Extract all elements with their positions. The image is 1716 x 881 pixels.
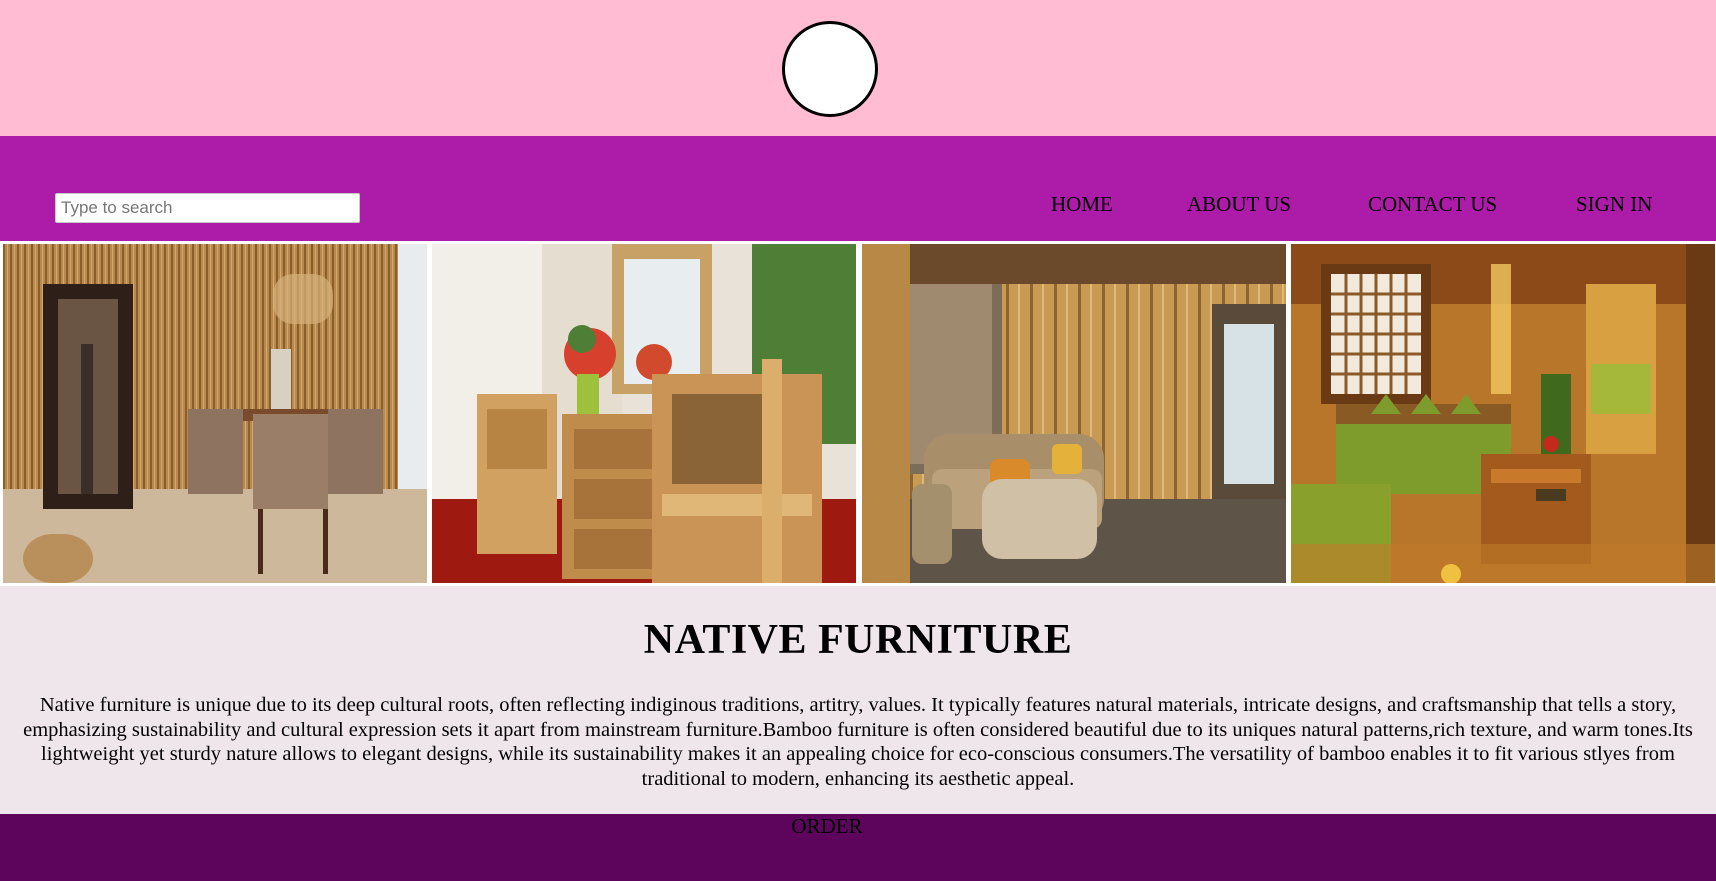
nav-about-us-link[interactable]: ABOUT US [1187, 192, 1291, 217]
nav-home-link[interactable]: HOME [1051, 192, 1113, 217]
nav-contact-us-link[interactable]: CONTACT US [1368, 192, 1497, 217]
page-title: NATIVE FURNITURE [643, 617, 1073, 663]
search-input[interactable] [55, 193, 360, 223]
nav-sign-in-link[interactable]: SIGN IN [1576, 192, 1652, 217]
gallery-image-bamboo-bedroom-interior [1291, 244, 1715, 583]
footer: ORDER [0, 814, 1716, 881]
gallery-image-wicker-living-room [862, 244, 1286, 583]
main-content: NATIVE FURNITURE Native furniture is uni… [0, 586, 1716, 814]
circle-logo-icon[interactable] [782, 21, 878, 117]
navigation-bar: HOME ABOUT US CONTACT US SIGN IN [0, 136, 1716, 241]
gallery-image-bamboo-dining-room [3, 244, 427, 583]
description-text: Native furniture is unique due to its de… [23, 694, 1693, 790]
image-gallery [0, 241, 1716, 586]
gallery-image-bamboo-chairs-dresser [432, 244, 856, 583]
top-header [0, 0, 1716, 136]
order-button[interactable]: ORDER [0, 814, 1654, 838]
